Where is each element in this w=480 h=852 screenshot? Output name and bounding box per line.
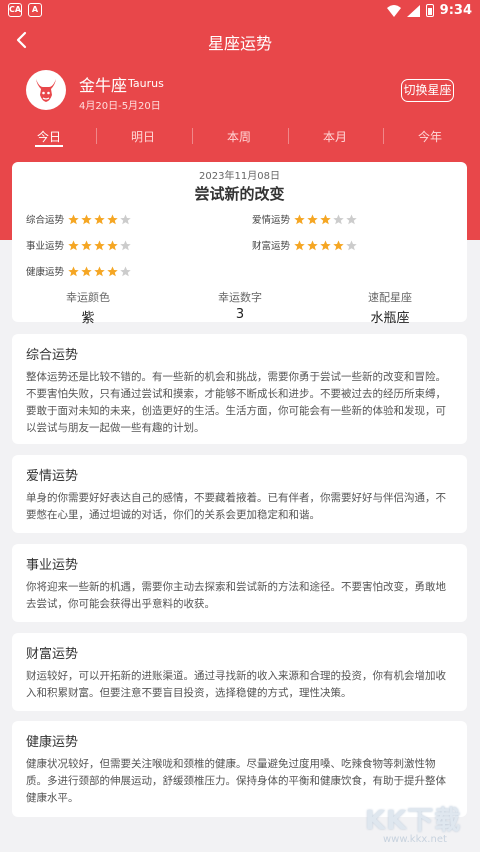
lucky-value: 水瓶座 bbox=[370, 311, 410, 326]
star-filled-icon bbox=[307, 240, 318, 250]
star-filled-icon bbox=[294, 214, 305, 224]
fortune-date: 2023年11月08日 bbox=[199, 171, 280, 182]
star-filled-icon bbox=[94, 214, 105, 224]
rating-health: 健康运势 bbox=[26, 264, 131, 278]
wifi-icon bbox=[386, 4, 401, 17]
lucky-label: 速配星座 bbox=[368, 291, 412, 304]
section-overall: 综合运势 整体运势还是比较不错的。有一些新的机会和挑战，需要你勇于尝试一些新的改… bbox=[12, 334, 467, 444]
top-bar: 星座运势 bbox=[0, 26, 480, 56]
tab-this-year[interactable]: 今年 bbox=[400, 128, 460, 145]
tab-today[interactable]: 今日 bbox=[19, 128, 79, 145]
star-filled-icon bbox=[68, 240, 79, 250]
section-title: 事业运势 bbox=[26, 558, 79, 573]
tab-divider bbox=[288, 128, 289, 144]
star-filled-icon bbox=[294, 240, 305, 250]
section-text: 你将迎来一些新的机遇，需要你主动去探索和尝试新的方法和途径。不要害怕改变，勇敢地… bbox=[26, 581, 446, 610]
tab-divider bbox=[96, 128, 97, 144]
tab-this-week[interactable]: 本周 bbox=[209, 128, 269, 145]
star-filled-icon bbox=[320, 240, 331, 250]
rating-career: 事业运势 bbox=[26, 238, 131, 252]
battery-icon bbox=[425, 4, 434, 17]
star-filled-icon bbox=[68, 266, 79, 276]
star-filled-icon bbox=[107, 266, 118, 276]
rating-label: 事业运势 bbox=[26, 241, 65, 252]
section-love: 爱情运势 单身的你需要好好表达自己的感情，不要藏着掖着。已有伴者，你需要好好与伴… bbox=[12, 455, 467, 533]
section-title: 爱情运势 bbox=[26, 469, 79, 484]
section-title: 综合运势 bbox=[26, 348, 79, 363]
star-rating bbox=[68, 240, 131, 251]
star-filled-icon bbox=[81, 240, 92, 250]
star-filled-icon bbox=[81, 266, 92, 276]
sign-date-range: 4月20日-5月20日 bbox=[79, 101, 161, 112]
star-empty-icon bbox=[120, 214, 131, 224]
tab-divider bbox=[383, 128, 384, 144]
switch-sign-button[interactable]: 切换星座 bbox=[401, 79, 454, 102]
section-text: 整体运势还是比较不错的。有一些新的机会和挑战，需要你勇于尝试一些新的改变和冒险。… bbox=[26, 371, 446, 434]
lucky-color: 幸运颜色 紫 bbox=[28, 289, 148, 326]
star-filled-icon bbox=[94, 240, 105, 250]
star-empty-icon bbox=[346, 240, 357, 250]
star-filled-icon bbox=[68, 214, 79, 224]
status-time: 9:34 bbox=[439, 3, 472, 18]
sign-name: 金牛座 bbox=[79, 76, 128, 95]
star-empty-icon bbox=[346, 214, 357, 224]
active-tab-indicator bbox=[35, 145, 63, 147]
star-empty-icon bbox=[120, 266, 131, 276]
notification-icon: CA bbox=[8, 3, 22, 17]
section-text: 单身的你需要好好表达自己的感情，不要藏着掖着。已有伴者，你需要好好与伴侣沟通，不… bbox=[26, 492, 446, 521]
lucky-value: 紫 bbox=[81, 311, 95, 326]
section-wealth: 财富运势 财运较好，可以开拓新的进账渠道。通过寻找新的收入来源和合理的投资，你有… bbox=[12, 633, 467, 711]
watermark-url: www.kkx.net bbox=[383, 834, 447, 845]
section-title: 财富运势 bbox=[26, 647, 79, 662]
rating-love: 爱情运势 bbox=[252, 212, 357, 226]
watermark-logo-text: KK下载 bbox=[365, 806, 462, 836]
star-filled-icon bbox=[107, 214, 118, 224]
star-empty-icon bbox=[333, 214, 344, 224]
rating-label: 爱情运势 bbox=[252, 215, 291, 226]
star-filled-icon bbox=[333, 240, 344, 250]
fortune-summary-card: 2023年11月08日 尝试新的改变 综合运势 爱情运势 事业运势 财富运势 健… bbox=[12, 162, 467, 326]
page-title: 星座运势 bbox=[207, 34, 272, 53]
rating-label: 财富运势 bbox=[252, 241, 291, 252]
section-text: 财运较好，可以开拓新的进账渠道。通过寻找新的收入来源和合理的投资，你有机会增加收… bbox=[26, 670, 446, 699]
rating-overall: 综合运势 bbox=[26, 212, 131, 226]
tab-divider bbox=[192, 128, 193, 144]
lucky-label: 幸运数字 bbox=[218, 291, 262, 304]
tab-tomorrow[interactable]: 明日 bbox=[113, 128, 173, 145]
section-career: 事业运势 你将迎来一些新的机遇，需要你主动去探索和尝试新的方法和途径。不要害怕改… bbox=[12, 544, 467, 622]
section-title: 健康运势 bbox=[26, 735, 79, 750]
star-filled-icon bbox=[320, 214, 331, 224]
sign-english-name: Taurus bbox=[128, 77, 164, 90]
period-tabs: 今日 明日 本周 本月 今年 bbox=[0, 124, 480, 152]
bull-icon bbox=[26, 70, 66, 110]
site-watermark: KK下载 www.kkx.net bbox=[365, 800, 475, 848]
signal-icon bbox=[406, 4, 420, 17]
star-filled-icon bbox=[107, 240, 118, 250]
bull-glyph bbox=[36, 79, 56, 102]
rating-label: 健康运势 bbox=[26, 267, 65, 278]
fortune-headline: 尝试新的改变 bbox=[194, 185, 285, 203]
rating-label: 综合运势 bbox=[26, 215, 65, 226]
rating-wealth: 财富运势 bbox=[252, 238, 357, 252]
lucky-value: 3 bbox=[235, 307, 245, 322]
star-rating bbox=[68, 214, 131, 225]
star-empty-icon bbox=[120, 240, 131, 250]
lucky-number: 幸运数字 3 bbox=[180, 289, 300, 322]
star-rating bbox=[294, 214, 357, 225]
star-filled-icon bbox=[81, 214, 92, 224]
star-rating bbox=[68, 266, 131, 277]
lucky-label: 幸运颜色 bbox=[66, 291, 110, 304]
lucky-match-sign: 速配星座 水瓶座 bbox=[330, 289, 450, 326]
notification-icon-2: A bbox=[28, 3, 42, 17]
star-filled-icon bbox=[307, 214, 318, 224]
status-bar: CA A 9:34 bbox=[0, 0, 480, 22]
tab-this-month[interactable]: 本月 bbox=[305, 128, 365, 145]
star-filled-icon bbox=[94, 266, 105, 276]
star-rating bbox=[294, 240, 357, 251]
